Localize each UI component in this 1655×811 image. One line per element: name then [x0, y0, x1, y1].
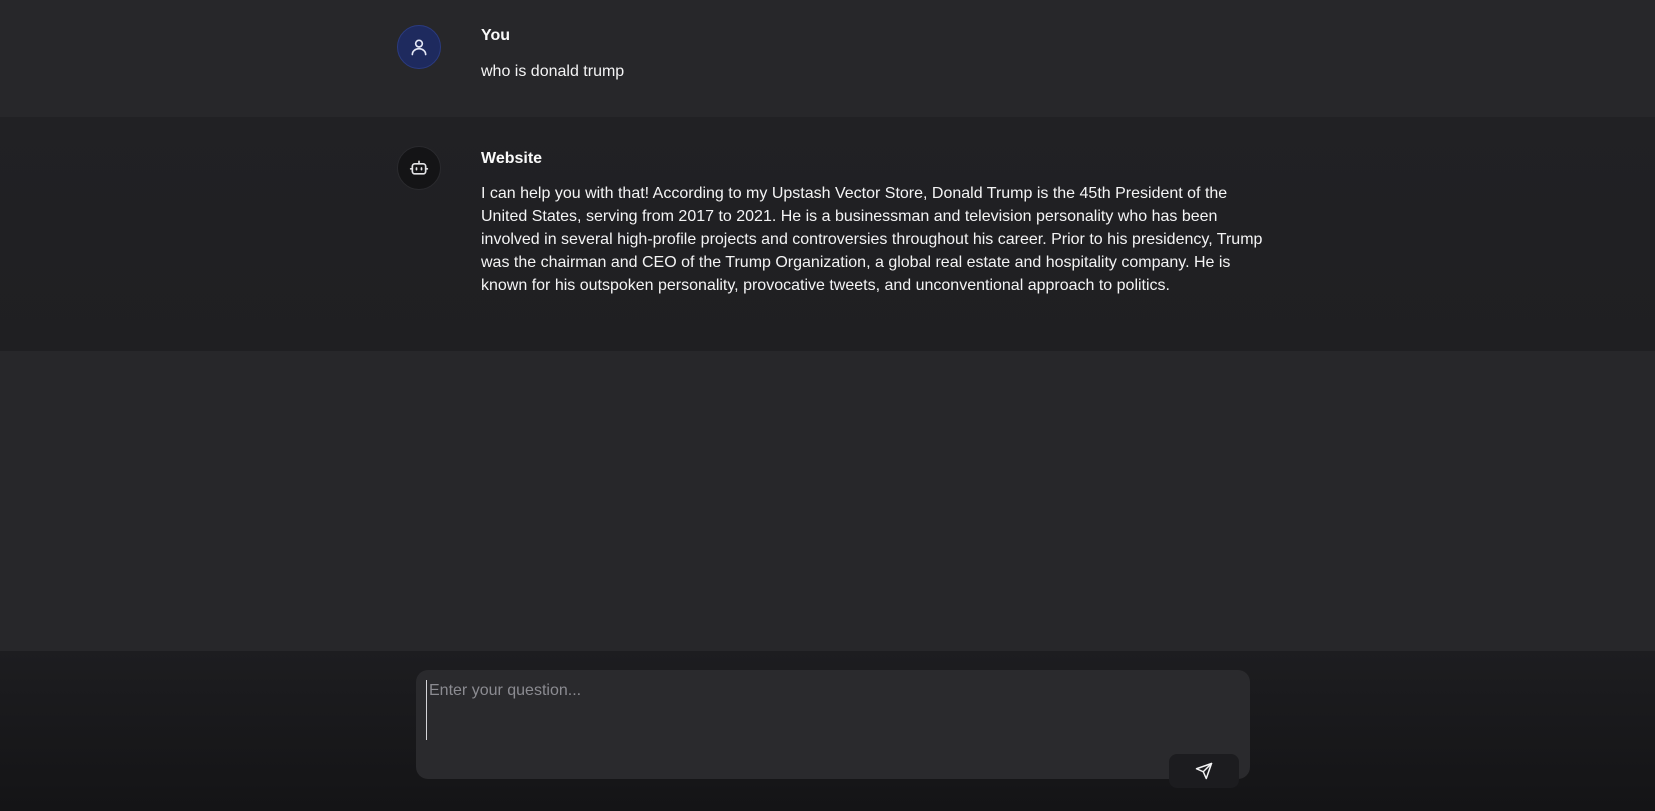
- send-icon: [1195, 762, 1213, 780]
- question-input[interactable]: [426, 680, 1229, 740]
- composer-box: [416, 670, 1250, 788]
- bot-avatar: [397, 146, 441, 190]
- composer-area: [0, 651, 1655, 811]
- message-text: who is donald trump: [481, 63, 625, 80]
- message-text: I can help you with that! According to m…: [481, 185, 1263, 294]
- user-avatar: [397, 25, 441, 69]
- send-button[interactable]: [1169, 754, 1239, 788]
- bot-icon: [409, 160, 429, 175]
- message-assistant: Website I can help you with that! Accord…: [0, 117, 1655, 351]
- message-list: You who is donald trump Website I can he…: [0, 0, 1655, 651]
- message-user: You who is donald trump: [0, 0, 1655, 117]
- message-sender: Website: [481, 150, 543, 167]
- user-icon: [411, 39, 427, 56]
- message-sender: You: [481, 27, 511, 44]
- chat-app: You who is donald trump Website I can he…: [0, 0, 1655, 811]
